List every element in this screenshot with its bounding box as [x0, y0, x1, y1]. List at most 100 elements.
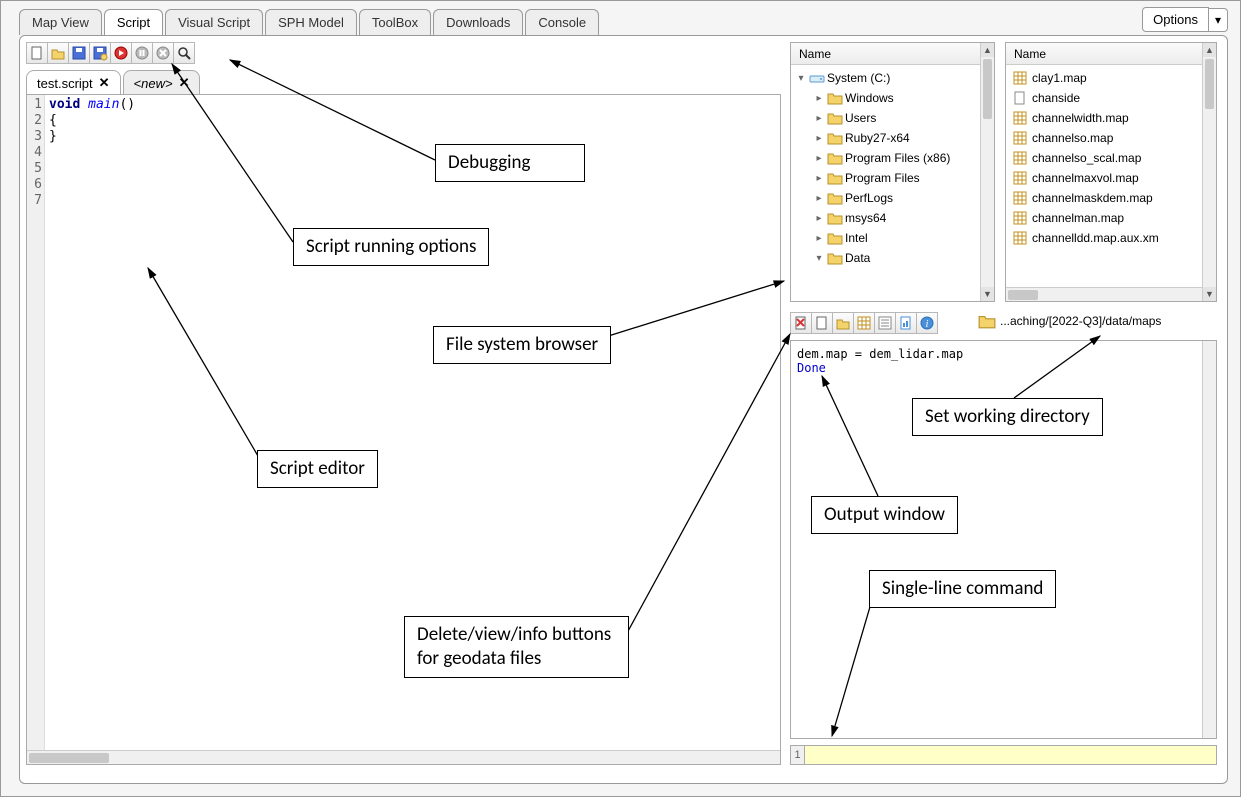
file-label: channelldd.map.aux.xm	[1032, 231, 1159, 245]
output-line: dem.map = dem_lidar.map	[797, 347, 1210, 361]
pause-button[interactable]	[131, 42, 153, 64]
command-input[interactable]	[804, 745, 1217, 765]
map-file-icon	[1012, 150, 1028, 166]
annot-cmd: Single-line command	[869, 570, 1056, 608]
tab-sph-model[interactable]: SPH Model	[265, 9, 357, 35]
attrs-button[interactable]	[874, 312, 896, 334]
annot-wd: Set working directory	[912, 398, 1103, 436]
tree-node[interactable]: ▸Program Files (x86)	[791, 148, 980, 168]
expander-icon[interactable]: ▸	[813, 93, 825, 104]
tree-node[interactable]: ▸PerfLogs	[791, 188, 980, 208]
new-button[interactable]	[26, 42, 48, 64]
tree-node[interactable]: ▸ Users	[791, 108, 980, 128]
tab-console[interactable]: Console	[525, 9, 599, 35]
tree-node[interactable]: ▸ msys64	[791, 208, 980, 228]
app-window: Map ViewScriptVisual ScriptSPH ModelTool…	[0, 0, 1241, 797]
editor-tabs: test.script✕<new>✕	[26, 70, 202, 95]
file-label: channelman.map	[1032, 211, 1124, 225]
expander-icon[interactable]: ▸	[813, 213, 825, 224]
tree-label: Users	[845, 111, 876, 125]
file-item[interactable]: channelso_scal.map	[1006, 148, 1202, 168]
options-menu[interactable]: Options ▾	[1142, 7, 1228, 32]
file-label: channelso_scal.map	[1032, 151, 1141, 165]
tree-node[interactable]: ▾System (C:)	[791, 68, 980, 88]
expander-icon[interactable]: ▸	[813, 193, 825, 204]
run-button[interactable]	[110, 42, 132, 64]
filesystem-list-panel: Name clay1.map chanside channelwidth.map ch…	[1005, 42, 1217, 302]
output-vscrollbar[interactable]	[1202, 341, 1216, 738]
list-body[interactable]: clay1.map chanside channelwidth.map channel…	[1006, 65, 1202, 287]
expander-icon[interactable]: ▾	[795, 73, 807, 84]
map-file-icon	[1012, 70, 1028, 86]
report-button[interactable]	[895, 312, 917, 334]
tab-map-view[interactable]: Map View	[19, 9, 102, 35]
file-label: channelmaxvol.map	[1032, 171, 1139, 185]
expander-icon[interactable]: ▸	[813, 233, 825, 244]
file-item[interactable]: channelso.map	[1006, 128, 1202, 148]
tree-header[interactable]: Name ▾	[791, 43, 994, 65]
list-vscrollbar[interactable]: ▲▼	[1202, 43, 1216, 301]
file-label: channelwidth.map	[1032, 111, 1129, 125]
line-gutter: 1234567	[27, 95, 45, 764]
map-file-icon	[1012, 230, 1028, 246]
saveas-button[interactable]	[89, 42, 111, 64]
editor-tab[interactable]: test.script ✕	[26, 70, 121, 95]
file-item[interactable]: clay1.map	[1006, 68, 1202, 88]
tree-label: Windows	[845, 91, 894, 105]
stop-button[interactable]	[152, 42, 174, 64]
file-item[interactable]: channelwidth.map	[1006, 108, 1202, 128]
editor-tab-label: test.script	[37, 76, 93, 91]
file-item[interactable]: channelldd.map.aux.xm	[1006, 228, 1202, 248]
tab-downloads[interactable]: Downloads	[433, 9, 523, 35]
delete-button[interactable]	[790, 312, 812, 334]
tab-visual-script[interactable]: Visual Script	[165, 9, 263, 35]
options-label: Options	[1142, 7, 1209, 32]
editor-tab[interactable]: <new>✕	[123, 70, 201, 95]
file-item[interactable]: chanside	[1006, 88, 1202, 108]
list-header[interactable]: Name	[1006, 43, 1216, 65]
cmd-line-number: 1	[790, 745, 804, 765]
working-directory[interactable]: ...aching/[2022-Q3]/data/maps	[978, 312, 1161, 330]
open-button[interactable]	[47, 42, 69, 64]
open-button[interactable]	[832, 312, 854, 334]
tree-body[interactable]: ▾System (C:)▸Windows▸Users▸Ruby27-x64▸Pr…	[791, 65, 980, 301]
expander-icon[interactable]: ▸	[813, 113, 825, 124]
expander-icon[interactable]: ▸	[813, 173, 825, 184]
tree-node[interactable]: ▸Program Files	[791, 168, 980, 188]
file-item[interactable]: channelman.map	[1006, 208, 1202, 228]
tree-label: msys64	[845, 211, 886, 225]
debug-button[interactable]	[173, 42, 195, 64]
map-file-icon	[1012, 130, 1028, 146]
new-button[interactable]	[811, 312, 833, 334]
tree-vscrollbar[interactable]: ▲▼	[980, 43, 994, 301]
file-label: clay1.map	[1032, 71, 1087, 85]
main-tabbar: Map ViewScriptVisual ScriptSPH ModelTool…	[19, 7, 601, 35]
expander-icon[interactable]: ▾	[813, 253, 825, 264]
file-item[interactable]: channelmaxvol.map	[1006, 168, 1202, 188]
list-header-label: Name	[1006, 47, 1216, 61]
annot-output: Output window	[811, 496, 958, 534]
save-button[interactable]	[68, 42, 90, 64]
file-label: chanside	[1032, 91, 1080, 105]
editor-hscrollbar[interactable]	[27, 750, 780, 764]
tree-node[interactable]: ▸ Windows	[791, 88, 980, 108]
close-icon[interactable]: ✕	[99, 75, 110, 91]
list-hscrollbar[interactable]	[1006, 287, 1202, 301]
map-file-icon	[1012, 110, 1028, 126]
annot-debugging: Debugging	[435, 144, 585, 182]
expander-icon[interactable]: ▸	[813, 133, 825, 144]
folder-icon	[827, 90, 843, 106]
tab-script[interactable]: Script	[104, 9, 163, 35]
folder-icon	[827, 250, 843, 266]
file-item[interactable]: channelmaskdem.map	[1006, 188, 1202, 208]
info-button[interactable]: i	[916, 312, 938, 334]
tree-node[interactable]: ▸Ruby27-x64	[791, 128, 980, 148]
expander-icon[interactable]: ▸	[813, 153, 825, 164]
tab-toolbox[interactable]: ToolBox	[359, 9, 431, 35]
close-icon[interactable]: ✕	[179, 75, 190, 91]
tree-node[interactable]: ▸Intel	[791, 228, 980, 248]
folder-icon	[827, 170, 843, 186]
folder-icon	[827, 130, 843, 146]
tree-node[interactable]: ▾Data	[791, 248, 980, 268]
table-button[interactable]	[853, 312, 875, 334]
